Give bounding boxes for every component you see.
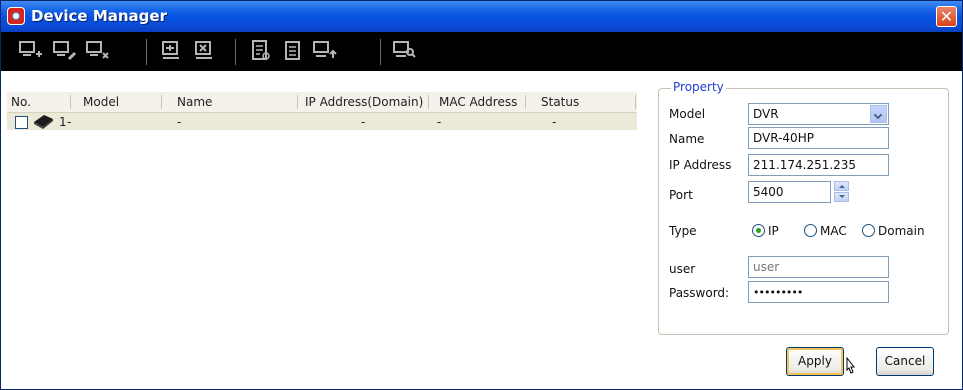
cell-no: 1 [59,115,67,129]
type-radio-mac-label[interactable]: MAC [820,224,847,238]
type-label: Type [669,224,697,238]
disconnect-icon[interactable] [192,40,218,62]
password-field[interactable]: ••••••••• [748,281,889,303]
user-label: user [669,262,696,276]
property-panel: Property Model DVR Name DVR-40HP IP Addr… [651,71,962,389]
column-header-model[interactable]: Model [83,95,119,109]
column-header-status[interactable]: Status [541,95,579,109]
name-field[interactable]: DVR-40HP [748,127,889,149]
device-manager-window: Device Manager ✕ No. Model Name IP Addre… [0,0,963,390]
spin-down-icon[interactable] [834,192,849,202]
list-header: No. Model Name IP Address(Domain) MAC Ad… [7,92,637,113]
apply-button[interactable]: Apply [786,347,844,376]
cell-mac: - [437,115,442,129]
type-radio-mac[interactable] [804,224,817,237]
cancel-button[interactable]: Cancel [876,347,934,376]
checklist-icon[interactable] [248,40,274,62]
cell-ip: - [361,115,366,129]
ip-address-label: IP Address [669,158,732,172]
column-header-ip[interactable]: IP Address(Domain) [305,95,423,109]
cell-status: - [552,115,557,129]
port-spinner[interactable] [834,181,850,203]
model-select-value: DVR [753,107,779,121]
search-device-icon[interactable] [392,40,418,62]
model-select[interactable]: DVR [748,103,889,125]
device-list[interactable]: No. Model Name IP Address(Domain) MAC Ad… [7,92,637,384]
property-group-title: Property [671,80,726,94]
chevron-down-icon[interactable] [870,105,887,123]
type-radio-domain-label[interactable]: Domain [878,224,925,238]
table-row[interactable]: 1 - - - - - [7,113,637,130]
type-radio-domain[interactable] [862,224,875,237]
cell-model: - [67,115,72,129]
document-icon[interactable] [280,40,306,62]
port-label: Port [669,188,693,202]
upload-icon[interactable] [312,40,338,62]
type-radio-ip[interactable] [752,224,765,237]
edit-device-icon[interactable] [52,40,78,62]
delete-device-icon[interactable] [85,40,111,62]
cell-name: - [177,115,182,129]
row-checkbox[interactable] [15,116,28,129]
ip-address-field[interactable]: 211.174.251.235 [748,154,889,176]
user-field[interactable] [748,256,889,278]
password-label: Password: [669,286,730,300]
port-field[interactable]: 5400 [748,181,831,203]
column-header-mac[interactable]: MAC Address [439,95,517,109]
connect-icon[interactable] [159,40,185,62]
window-title: Device Manager [31,7,167,25]
mouse-cursor-icon [843,356,857,377]
model-label: Model [669,107,706,121]
column-header-no[interactable]: No. [11,95,31,109]
app-icon [7,7,25,25]
title-bar[interactable]: Device Manager ✕ [1,1,962,32]
name-label: Name [669,132,705,146]
toolbar [1,32,962,71]
dvr-device-icon [31,113,57,130]
column-header-name[interactable]: Name [177,95,212,109]
property-group: Property Model DVR Name DVR-40HP IP Addr… [658,80,949,335]
close-button[interactable]: ✕ [936,6,957,27]
spin-up-icon[interactable] [834,181,849,191]
type-radio-ip-label[interactable]: IP [768,224,779,238]
add-device-icon[interactable] [18,40,44,62]
